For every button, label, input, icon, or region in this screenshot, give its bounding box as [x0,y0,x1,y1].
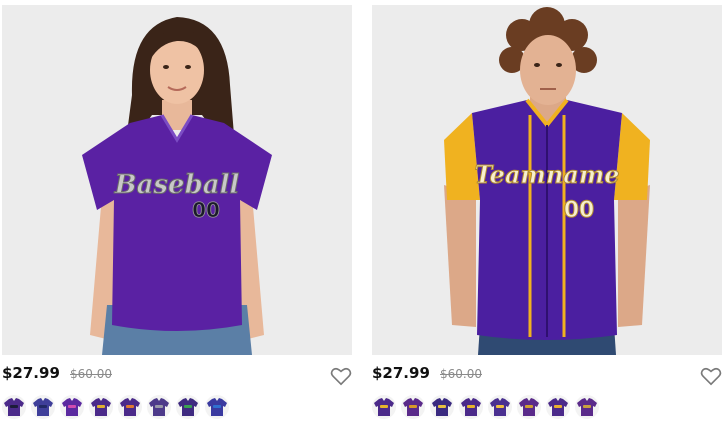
heart-outline-icon[interactable] [330,366,352,386]
product-card-1[interactable]: Baseball 00 $27.99 $60.00 [2,0,352,428]
mini-jersey-icon [33,398,53,416]
sale-price: $27.99 [372,364,430,382]
jersey-script-text: Baseball [114,170,240,200]
mini-jersey-icon [120,398,140,416]
color-swatch-purple-gray[interactable] [147,395,171,419]
mini-jersey-icon [178,398,198,416]
mini-jersey-icon [461,398,481,416]
color-swatch-purple-black[interactable] [2,395,26,419]
sale-price: $27.99 [2,364,60,382]
color-swatch-purple-gold[interactable] [89,395,113,419]
color-swatch-list-2 [372,395,599,421]
mini-jersey-icon [548,398,568,416]
product-card-2[interactable]: Teamname 00 $27.99 $60.00 [372,0,722,428]
color-swatch-purple-gold-5[interactable] [488,395,512,419]
color-swatch-purple-gold-6[interactable] [517,395,541,419]
mini-jersey-icon [519,398,539,416]
mini-jersey-icon [403,398,423,416]
mini-jersey-icon [91,398,111,416]
original-price: $60.00 [70,367,112,381]
jersey-number: 00 [564,198,595,223]
mini-jersey-icon [62,398,82,416]
jersey-script-text: Teamname [475,160,620,189]
heart-outline-icon[interactable] [700,366,722,386]
mini-jersey-icon [432,398,452,416]
mini-jersey-icon [149,398,169,416]
color-swatch-purple-navy[interactable] [31,395,55,419]
price-row-2: $27.99 $60.00 [372,362,722,388]
color-swatch-purple-green[interactable] [176,395,200,419]
model-photo: Teamname 00 [372,5,722,355]
mini-jersey-icon [490,398,510,416]
color-swatch-purple-gold-2[interactable] [401,395,425,419]
color-swatch-purple-blue[interactable] [205,395,229,419]
price-row-1: $27.99 $60.00 [2,362,352,388]
original-price: $60.00 [440,367,482,381]
color-swatch-purple-gold-7[interactable] [546,395,570,419]
model-photo: Baseball 00 [2,5,352,355]
product-image-1[interactable]: Baseball 00 [2,5,352,355]
mini-jersey-icon [374,398,394,416]
product-image-2[interactable]: Teamname 00 [372,5,722,355]
color-swatch-list-1 [2,395,229,421]
mini-jersey-icon [577,398,597,416]
jersey-number: 00 [192,198,220,222]
color-swatch-purple-gold-3[interactable] [430,395,454,419]
color-swatch-purple-pink[interactable] [60,395,84,419]
color-swatch-purple-gold-8[interactable] [575,395,599,419]
color-swatch-purple-orange[interactable] [118,395,142,419]
color-swatch-purple-gold-1[interactable] [372,395,396,419]
mini-jersey-icon [207,398,227,416]
mini-jersey-icon [4,398,24,416]
color-swatch-purple-gold-4[interactable] [459,395,483,419]
